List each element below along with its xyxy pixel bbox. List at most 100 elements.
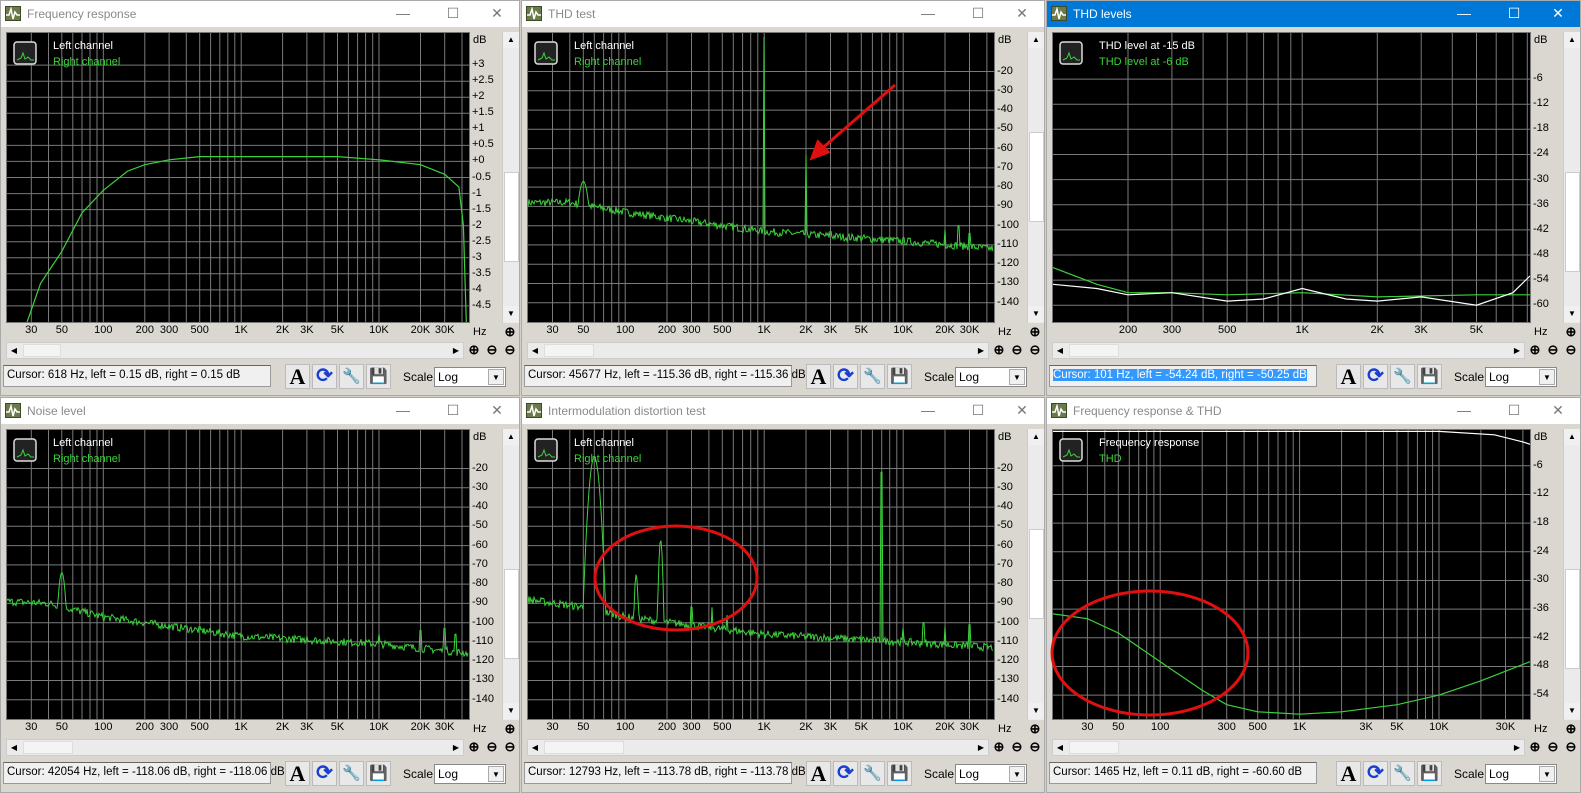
cursor-readout[interactable]: Cursor: 101 Hz, left = -54.24 dB, right … <box>1049 365 1317 387</box>
scroll-right-arrow[interactable]: ▶ <box>974 343 988 358</box>
horizontal-scrollbar[interactable]: ◀ ▶ <box>527 739 989 756</box>
scroll-down-arrow[interactable]: ▼ <box>1564 306 1580 322</box>
close-button[interactable]: ✕ <box>477 3 517 25</box>
font-button[interactable]: A <box>1336 364 1361 389</box>
horizontal-scrollbar[interactable]: ◀ ▶ <box>1052 342 1525 359</box>
zoom-in-x-icon[interactable]: ⊕ <box>466 739 482 755</box>
graph-plot-area[interactable]: Left channel Right channel <box>527 429 995 720</box>
save-floppy-icon[interactable]: 💾 <box>366 364 391 389</box>
vertical-scrollbar[interactable]: ▲ ▼ <box>1027 429 1044 720</box>
scroll-up-arrow[interactable]: ▲ <box>1028 429 1044 445</box>
save-floppy-icon[interactable]: 💾 <box>1417 364 1442 389</box>
maximize-button[interactable]: ☐ <box>433 3 473 25</box>
zoom-in-y-icon[interactable]: ⊕ <box>1027 721 1043 737</box>
scroll-thumb[interactable] <box>1565 172 1580 272</box>
chevron-down-icon[interactable]: ▼ <box>488 369 504 385</box>
zoom-in-x-icon[interactable]: ⊕ <box>991 739 1007 755</box>
wrench-settings-icon[interactable]: 🔧 <box>1390 761 1415 786</box>
cursor-readout[interactable]: Cursor: 12793 Hz, left = -113.78 dB, rig… <box>524 762 806 784</box>
save-floppy-icon[interactable]: 💾 <box>366 761 391 786</box>
scale-dropdown[interactable]: Log ▼ <box>955 367 1027 387</box>
minimize-button[interactable]: — <box>908 3 948 25</box>
maximize-button[interactable]: ☐ <box>958 400 998 422</box>
scroll-down-arrow[interactable]: ▼ <box>1028 703 1044 719</box>
close-button[interactable]: ✕ <box>1002 400 1042 422</box>
scroll-thumb[interactable] <box>504 172 519 262</box>
zoom-in-y-icon[interactable]: ⊕ <box>1027 324 1043 340</box>
close-button[interactable]: ✕ <box>1538 400 1578 422</box>
maximize-button[interactable]: ☐ <box>1494 400 1534 422</box>
zoom-out-y-icon[interactable]: ⊖ <box>502 739 518 755</box>
chevron-down-icon[interactable]: ▼ <box>1539 369 1555 385</box>
cursor-readout[interactable]: Cursor: 45677 Hz, left = -115.36 dB, rig… <box>524 365 806 387</box>
font-button[interactable]: A <box>285 364 310 389</box>
title-bar[interactable]: Frequency response & THD — ☐ ✕ <box>1047 398 1580 424</box>
scroll-thumb[interactable] <box>1029 529 1044 619</box>
zoom-in-y-icon[interactable]: ⊕ <box>502 324 518 340</box>
minimize-button[interactable]: — <box>1444 3 1484 25</box>
refresh-icon[interactable]: ⟳ <box>312 761 337 786</box>
minimize-button[interactable]: — <box>383 3 423 25</box>
zoom-out-y-icon[interactable]: ⊖ <box>1027 342 1043 358</box>
chevron-down-icon[interactable]: ▼ <box>488 766 504 782</box>
title-bar[interactable]: THD levels — ☐ ✕ <box>1047 1 1580 27</box>
graph-plot-area[interactable]: Left channel Right channel <box>6 32 470 323</box>
chevron-down-icon[interactable]: ▼ <box>1539 766 1555 782</box>
scroll-thumb[interactable] <box>544 741 624 754</box>
horizontal-scrollbar[interactable]: ◀ ▶ <box>6 342 464 359</box>
scroll-down-arrow[interactable]: ▼ <box>503 703 519 719</box>
scroll-down-arrow[interactable]: ▼ <box>1564 703 1580 719</box>
scale-dropdown[interactable]: Log ▼ <box>434 367 506 387</box>
save-floppy-icon[interactable]: 💾 <box>887 364 912 389</box>
zoom-out-x-icon[interactable]: ⊖ <box>484 342 500 358</box>
minimize-button[interactable]: — <box>908 400 948 422</box>
zoom-out-y-icon[interactable]: ⊖ <box>1563 342 1579 358</box>
refresh-icon[interactable]: ⟳ <box>1363 761 1388 786</box>
wrench-settings-icon[interactable]: 🔧 <box>860 364 885 389</box>
scroll-up-arrow[interactable]: ▲ <box>1564 32 1580 48</box>
scale-dropdown[interactable]: Log ▼ <box>1485 367 1557 387</box>
horizontal-scrollbar[interactable]: ◀ ▶ <box>6 739 464 756</box>
scroll-thumb[interactable] <box>1565 569 1580 669</box>
zoom-out-x-icon[interactable]: ⊖ <box>484 739 500 755</box>
font-button[interactable]: A <box>285 761 310 786</box>
scroll-thumb[interactable] <box>1069 344 1119 357</box>
horizontal-scrollbar[interactable]: ◀ ▶ <box>527 342 989 359</box>
scroll-up-arrow[interactable]: ▲ <box>1564 429 1580 445</box>
scroll-thumb[interactable] <box>23 741 73 754</box>
chevron-down-icon[interactable]: ▼ <box>1009 369 1025 385</box>
scroll-left-arrow[interactable]: ◀ <box>528 343 542 358</box>
scroll-down-arrow[interactable]: ▼ <box>1028 306 1044 322</box>
zoom-out-y-icon[interactable]: ⊖ <box>502 342 518 358</box>
refresh-icon[interactable]: ⟳ <box>1363 364 1388 389</box>
title-bar[interactable]: Noise level — ☐ ✕ <box>1 398 519 424</box>
scroll-down-arrow[interactable]: ▼ <box>503 306 519 322</box>
scroll-right-arrow[interactable]: ▶ <box>1510 343 1524 358</box>
vertical-scrollbar[interactable]: ▲ ▼ <box>502 32 519 323</box>
zoom-in-x-icon[interactable]: ⊕ <box>991 342 1007 358</box>
zoom-out-y-icon[interactable]: ⊖ <box>1563 739 1579 755</box>
scroll-right-arrow[interactable]: ▶ <box>1510 740 1524 755</box>
zoom-in-x-icon[interactable]: ⊕ <box>466 342 482 358</box>
chevron-down-icon[interactable]: ▼ <box>1009 766 1025 782</box>
scale-dropdown[interactable]: Log ▼ <box>1485 764 1557 784</box>
scroll-left-arrow[interactable]: ◀ <box>1053 740 1067 755</box>
vertical-scrollbar[interactable]: ▲ ▼ <box>1027 32 1044 323</box>
wrench-settings-icon[interactable]: 🔧 <box>860 761 885 786</box>
scroll-thumb[interactable] <box>1069 741 1119 754</box>
font-button[interactable]: A <box>1336 761 1361 786</box>
vertical-scrollbar[interactable]: ▲ ▼ <box>502 429 519 720</box>
scroll-thumb[interactable] <box>1029 132 1044 222</box>
refresh-icon[interactable]: ⟳ <box>312 364 337 389</box>
scroll-left-arrow[interactable]: ◀ <box>1053 343 1067 358</box>
scroll-thumb[interactable] <box>544 344 594 357</box>
wrench-settings-icon[interactable]: 🔧 <box>1390 364 1415 389</box>
scroll-left-arrow[interactable]: ◀ <box>7 343 21 358</box>
maximize-button[interactable]: ☐ <box>1494 3 1534 25</box>
scroll-up-arrow[interactable]: ▲ <box>503 429 519 445</box>
graph-plot-area[interactable]: Left channel Right channel <box>527 32 995 323</box>
zoom-in-y-icon[interactable]: ⊕ <box>1563 721 1579 737</box>
scroll-right-arrow[interactable]: ▶ <box>449 740 463 755</box>
vertical-scrollbar[interactable]: ▲ ▼ <box>1563 32 1580 323</box>
title-bar[interactable]: THD test — ☐ ✕ <box>522 1 1044 27</box>
